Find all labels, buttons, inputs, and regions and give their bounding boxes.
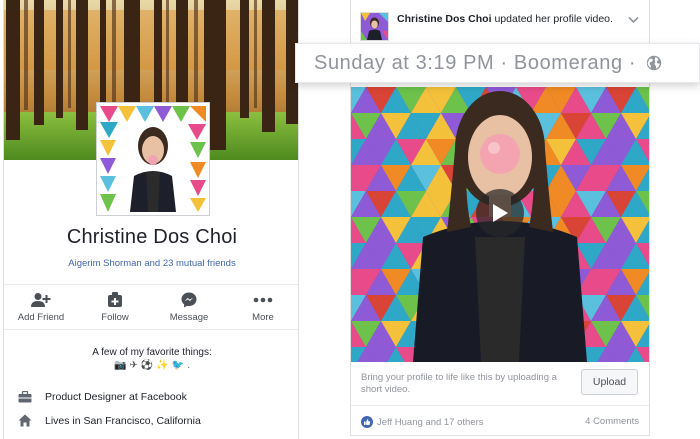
play-icon <box>493 204 508 222</box>
favorites-emoji-row: 📷 ✈ ⚽ ✨ 🐦 . <box>4 360 298 371</box>
post-author-avatar[interactable] <box>360 12 389 41</box>
post-timestamp[interactable]: Sunday at 3:19 PM · Boomerang · <box>314 52 636 75</box>
briefcase-icon <box>18 391 32 403</box>
follow-button[interactable]: Follow <box>78 285 152 329</box>
comments-link[interactable]: 4 Comments <box>585 416 639 427</box>
separator-dot: · <box>500 51 508 74</box>
more-button[interactable]: More <box>226 285 298 329</box>
post-action-text: updated her profile video. <box>494 13 613 25</box>
mutual-friends-link[interactable]: Aigerim Shorman and 23 mutual friends <box>4 258 298 269</box>
post-header: Christine Dos Choi updated her profile v… <box>351 0 649 44</box>
messenger-icon <box>181 292 197 307</box>
bird-emoji: 🐦 <box>171 360 185 371</box>
sparkles-emoji: ✨ <box>156 360 169 371</box>
post-footer: Jeff Huang and 17 others 4 Comments <box>351 405 649 435</box>
upload-prompt-text: Bring your profile to life like this by … <box>361 372 557 395</box>
post-headline: Christine Dos Choi updated her profile v… <box>397 13 617 26</box>
soccer-ball-emoji: ⚽ <box>140 360 154 371</box>
timestamp-zoom-callout: Sunday at 3:19 PM · Boomerang · <box>295 43 700 83</box>
globe-icon[interactable] <box>646 55 662 71</box>
upload-button[interactable]: Upload <box>581 369 638 395</box>
more-icon <box>253 297 273 302</box>
work-text: Product Designer at Facebook <box>45 391 187 403</box>
timestamp-text: Sunday at 3:19 PM <box>314 51 495 74</box>
add-friend-button[interactable]: Add Friend <box>4 285 78 329</box>
profile-actions: Add Friend Follow Message More <box>4 284 298 330</box>
city-info-row[interactable]: Lives in San Francisco, California <box>18 414 201 427</box>
add-friend-icon <box>31 292 51 307</box>
profile-picture[interactable] <box>97 103 209 215</box>
favorites-title: A few of my favorite things: <box>92 347 212 358</box>
post-author-name[interactable]: Christine Dos Choi <box>397 13 492 25</box>
app-name[interactable]: Boomerang <box>514 52 623 74</box>
more-label: More <box>252 311 274 323</box>
camera-emoji: 📷 <box>114 360 127 371</box>
follow-icon <box>108 291 122 307</box>
period-mark: . <box>187 360 190 371</box>
message-button[interactable]: Message <box>152 285 226 329</box>
work-info-row[interactable]: Product Designer at Facebook <box>18 391 187 403</box>
home-icon <box>18 414 32 427</box>
profile-name: Christine Dos Choi <box>66 226 238 248</box>
add-friend-label: Add Friend <box>17 311 65 323</box>
play-button[interactable] <box>476 189 524 237</box>
follow-label: Follow <box>101 311 129 323</box>
chevron-down-icon[interactable] <box>628 16 639 24</box>
like-icon <box>361 416 373 428</box>
reactions-summary[interactable]: Jeff Huang and 17 others <box>361 416 484 428</box>
city-text: Lives in San Francisco, California <box>45 414 201 427</box>
airplane-emoji: ✈ <box>129 360 138 371</box>
upload-prompt: Bring your profile to life like this by … <box>351 362 649 402</box>
profile-card: Christine Dos Choi Aigerim Shorman and 2… <box>3 0 299 439</box>
likes-text: Jeff Huang and 17 others <box>377 416 484 428</box>
separator-dot: · <box>628 51 637 74</box>
message-label: Message <box>169 311 209 323</box>
